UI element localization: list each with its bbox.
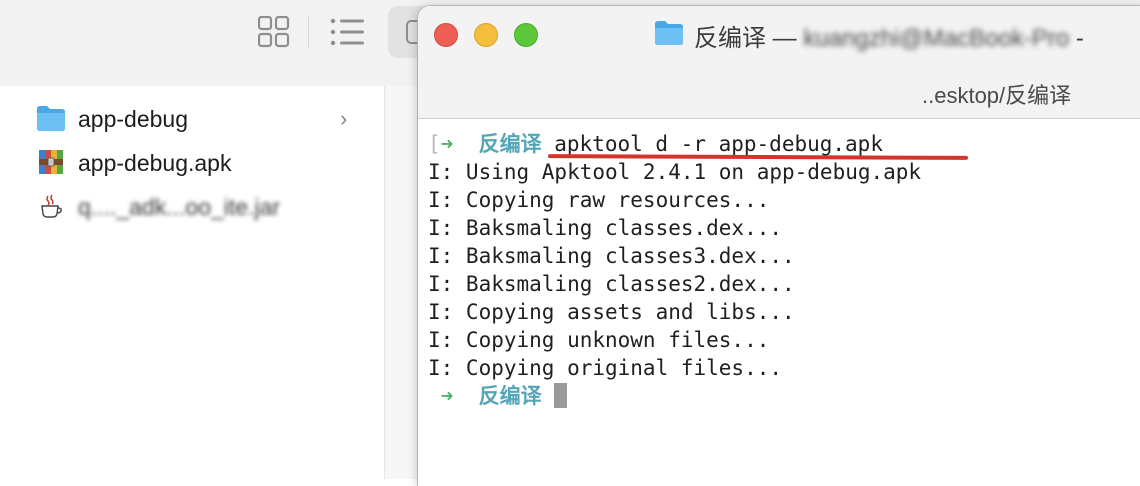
prompt-bracket: [	[428, 132, 441, 156]
archive-icon	[39, 150, 63, 174]
text-cursor	[554, 383, 568, 408]
command-text: apktool d -r app-debug.apk	[541, 132, 883, 156]
file-item-app-debug-folder[interactable]: app-debug ›	[0, 98, 384, 138]
terminal-line: I: Copying unknown files...	[428, 328, 770, 352]
terminal-line: I: Baksmaling classes2.dex...	[428, 272, 795, 296]
prompt-directory: 反编译	[478, 384, 542, 408]
terminal-window: 反编译 — kuangzhi@MacBook-Pro - ..esktop/反编…	[418, 6, 1140, 486]
toolbar-divider	[308, 16, 309, 48]
zoom-button[interactable]	[514, 23, 538, 47]
terminal-output[interactable]: [➜ 反编译 apktool d -r app-debug.apk I: Usi…	[418, 118, 1140, 486]
terminal-line: I: Baksmaling classes3.dex...	[428, 244, 795, 268]
folder-icon	[37, 106, 65, 131]
java-jar-icon	[41, 194, 62, 218]
finder-file-column: app-debug › app-debug.apk q...._adk...oo…	[0, 86, 385, 479]
title-hostname: kuangzhi@MacBook-Pro	[803, 25, 1070, 52]
terminal-line: I: Baksmaling classes.dex...	[428, 216, 783, 240]
terminal-line: I: Copying assets and libs...	[428, 300, 795, 324]
file-item-jar[interactable]: q...._adk...oo_ite.jar	[0, 186, 384, 226]
window-title: 反编译 — kuangzhi@MacBook-Pro -	[694, 18, 1084, 53]
prompt-arrow-icon: ➜	[440, 384, 454, 408]
terminal-line: ➜ 反编译	[428, 382, 568, 410]
terminal-line: I: Copying original files...	[428, 356, 783, 380]
file-name: app-debug.apk	[78, 150, 232, 176]
minimize-button[interactable]	[474, 23, 498, 47]
prompt-arrow-icon: ➜	[440, 132, 454, 156]
prompt-directory: 反编译	[478, 132, 542, 156]
icon-view-icon[interactable]	[258, 16, 290, 48]
file-item-app-debug-apk[interactable]: app-debug.apk	[0, 142, 384, 182]
folder-icon	[655, 21, 683, 45]
close-button[interactable]	[434, 23, 458, 47]
title-suffix: -	[1069, 25, 1084, 52]
chevron-right-icon: ›	[340, 106, 348, 131]
list-view-icon[interactable]	[330, 16, 366, 48]
file-name: q...._adk...oo_ite.jar	[78, 194, 281, 220]
terminal-titlebar: 反编译 — kuangzhi@MacBook-Pro - ..esktop/反编…	[418, 6, 1140, 119]
tab-path: ..esktop/反编译	[922, 83, 1072, 108]
terminal-line: I: Using Apktool 2.4.1 on app-debug.apk	[428, 160, 922, 184]
file-name: app-debug	[78, 106, 188, 132]
title-prefix: 反编译 —	[694, 25, 804, 52]
terminal-line: I: Copying raw resources...	[428, 188, 770, 212]
